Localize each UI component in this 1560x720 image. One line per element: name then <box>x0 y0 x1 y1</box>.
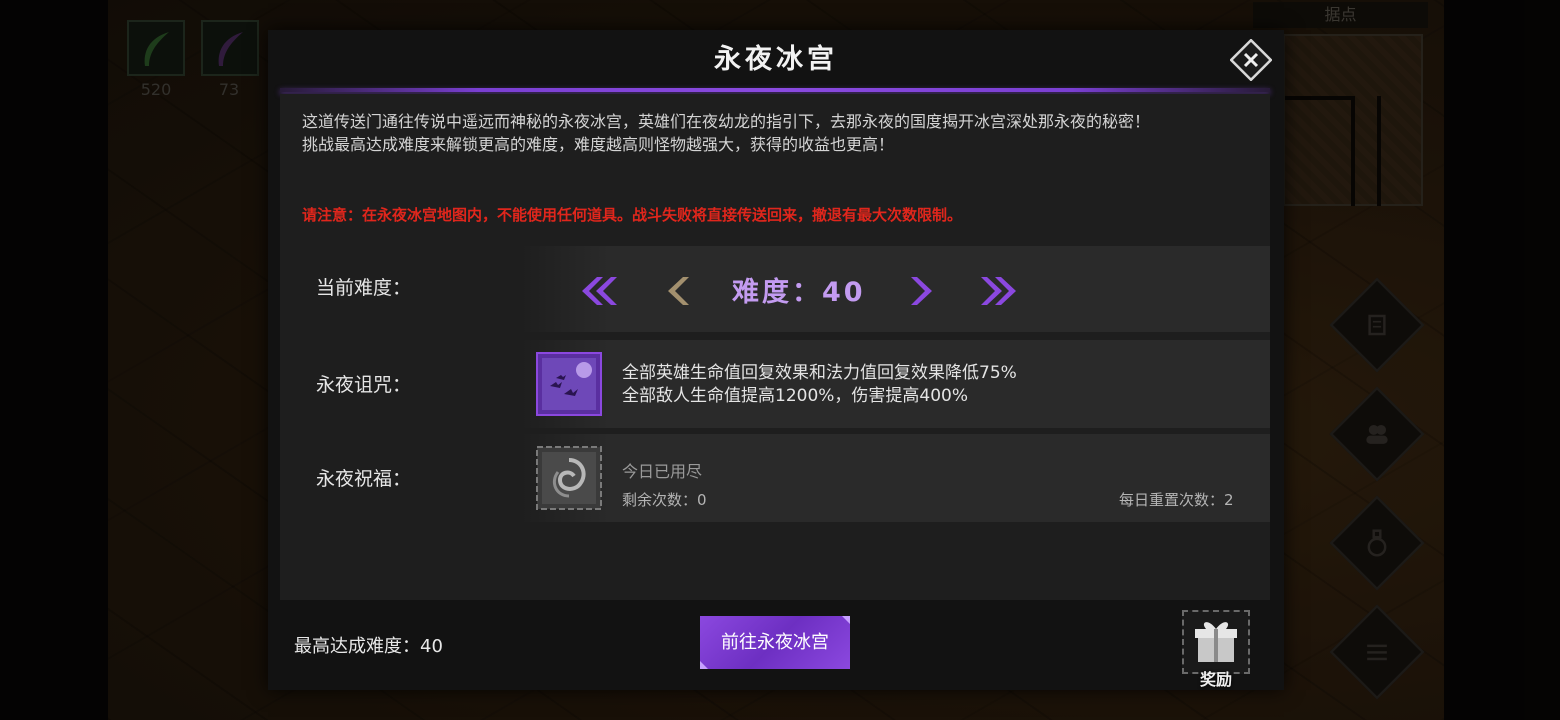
description-line-2: 挑战最高达成难度来解锁更高的难度，难度越高则怪物越强大，获得的收益也更高！ <box>302 135 895 154</box>
blessing-row: 永夜祝福： 今日已用尽 剩余次数：0 每日重置次数：2 <box>280 434 1270 526</box>
reward-label: 奖励 <box>1199 670 1232 689</box>
enter-ice-palace-button[interactable]: 前往永夜冰宫 <box>700 616 850 669</box>
blessing-vortex-icon[interactable] <box>536 446 602 510</box>
curse-row: 永夜诅咒： 全部英雄生命值回复效果和法力值回复效果降低75% 全部敌人生命值提高… <box>280 340 1270 432</box>
difficulty-min-button[interactable] <box>578 274 618 308</box>
description: 这道传送门通往传说中遥远而神秘的永夜冰宫，英雄们在夜幼龙的指引下，去那永夜的国度… <box>302 110 1262 156</box>
curse-label: 永夜诅咒： <box>316 374 412 396</box>
difficulty-value: 难度：40 <box>732 277 866 308</box>
difficulty-row-bg <box>520 246 1270 332</box>
difficulty-label: 当前难度： <box>316 277 412 299</box>
difficulty-increase-button[interactable] <box>910 274 936 308</box>
blessing-status: 今日已用尽 <box>622 462 703 481</box>
reward-button[interactable]: 奖励 <box>1182 610 1250 689</box>
curse-effect-2: 全部敌人生命值提高1200%，伤害提高400% <box>622 386 969 406</box>
warning-text: 请注意：在永夜冰宫地图内，不能使用任何道具。战斗失败将直接传送回来，撤退有最大次… <box>302 206 963 224</box>
blessing-remaining: 剩余次数：0 <box>622 491 707 509</box>
difficulty-decrease-button[interactable] <box>664 274 690 308</box>
highest-difficulty: 最高达成难度：40 <box>294 636 443 657</box>
difficulty-row: 当前难度： 难度：40 <box>280 246 1270 336</box>
gift-icon <box>1195 622 1237 662</box>
blessing-label: 永夜祝福： <box>316 468 412 490</box>
blessing-daily-reset: 每日重置次数：2 <box>1119 491 1234 509</box>
reward-box <box>1182 610 1250 674</box>
title-underline <box>280 88 1270 92</box>
description-line-1: 这道传送门通往传说中遥远而神秘的永夜冰宫，英雄们在夜幼龙的指引下，去那永夜的国度… <box>302 112 1151 131</box>
eternal-night-ice-palace-dialog: 永夜冰宫 这道传送门通往传说中遥远而神秘的永夜冰宫，英雄们在夜幼龙的指引下，去那… <box>268 30 1284 690</box>
curse-bats-icon <box>536 352 602 416</box>
close-icon[interactable] <box>1230 39 1272 81</box>
dialog-title: 永夜冰宫 <box>714 44 838 75</box>
curse-effect-1: 全部英雄生命值回复效果和法力值回复效果降低75% <box>622 363 1017 383</box>
difficulty-max-button[interactable] <box>980 274 1020 308</box>
dialog-content: 这道传送门通往传说中遥远而神秘的永夜冰宫，英雄们在夜幼龙的指引下，去那永夜的国度… <box>280 94 1270 600</box>
